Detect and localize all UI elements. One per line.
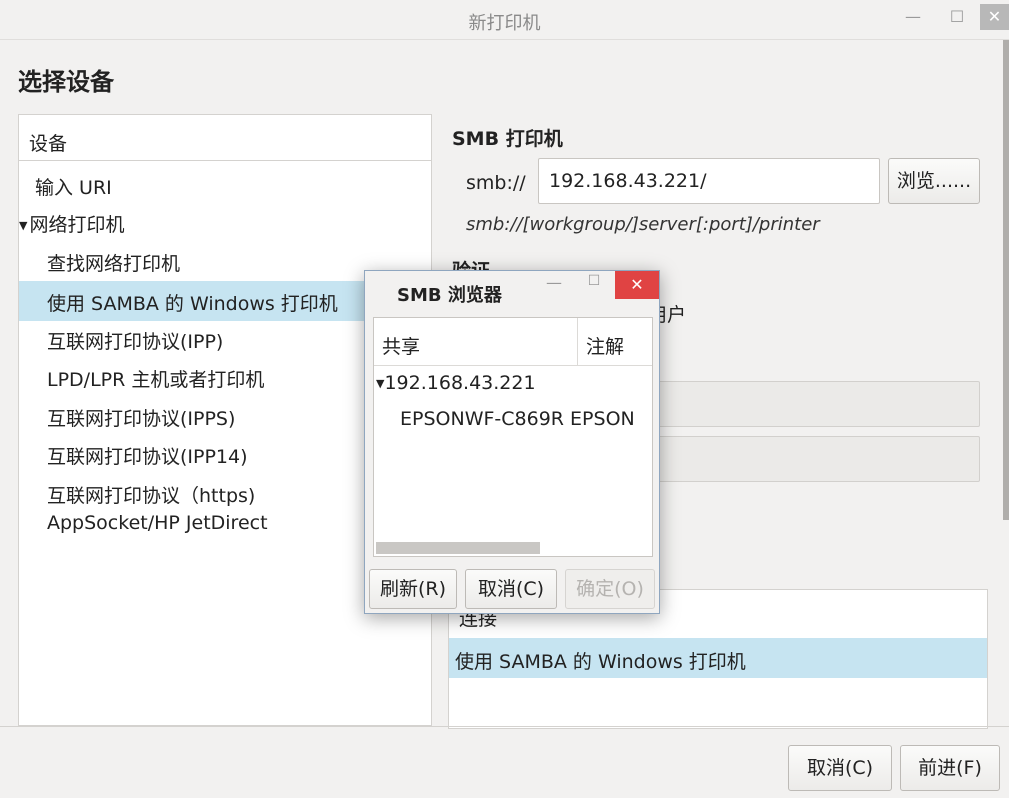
dialog-ok-button[interactable]: 确定(O) bbox=[565, 569, 655, 609]
column-separator[interactable] bbox=[577, 318, 578, 366]
tree-share-item[interactable]: EPSONWF-C869R EPSON bbox=[400, 408, 635, 430]
window-titlebar: 新打印机 — ☐ ✕ bbox=[0, 0, 1009, 40]
dialog-close-button[interactable]: ✕ bbox=[615, 271, 659, 299]
smb-uri-input[interactable] bbox=[538, 158, 880, 204]
dialog-cancel-button[interactable]: 取消(C) bbox=[465, 569, 557, 609]
smb-uri-hint: smb://[workgroup/]server[:port]/printer bbox=[466, 214, 820, 235]
divider bbox=[0, 726, 1009, 727]
vertical-scrollbar[interactable] bbox=[1003, 40, 1009, 520]
device-item-label: 使用 SAMBA 的 Windows 打印机 bbox=[47, 293, 338, 315]
cancel-button[interactable]: 取消(C) bbox=[788, 745, 892, 791]
dialog-minimize-button[interactable]: — bbox=[541, 273, 567, 292]
share-tree[interactable]: 共享 注解 ▼192.168.43.221 EPSONWF-C869R EPSO… bbox=[373, 317, 653, 557]
forward-button[interactable]: 前进(F) bbox=[900, 745, 1000, 791]
connection-row-selected[interactable]: 使用 SAMBA 的 Windows 打印机 bbox=[449, 638, 987, 678]
column-note[interactable]: 注解 bbox=[586, 332, 624, 359]
share-note: EPSON bbox=[570, 408, 635, 430]
browse-button[interactable]: 浏览...... bbox=[888, 158, 980, 204]
device-item-ipp[interactable]: 互联网打印协议(IPP) bbox=[47, 327, 223, 354]
refresh-button[interactable]: 刷新(R) bbox=[369, 569, 457, 609]
device-item-label: 网络打印机 bbox=[29, 214, 125, 236]
smb-uri-prefix: smb:// bbox=[466, 172, 526, 194]
share-name: EPSONWF-C869R bbox=[400, 408, 564, 430]
device-item-network-printer[interactable]: ▼ 网络打印机 bbox=[19, 210, 124, 237]
host-label: 192.168.43.221 bbox=[384, 372, 536, 394]
close-button[interactable]: ✕ bbox=[980, 4, 1009, 30]
page-title: 选择设备 bbox=[18, 68, 114, 96]
device-list-header: 设备 bbox=[19, 115, 431, 161]
device-item-enter-uri[interactable]: 输入 URI bbox=[35, 173, 112, 200]
tree-host-item[interactable]: ▼192.168.43.221 bbox=[376, 372, 536, 394]
maximize-button[interactable]: ☐ bbox=[942, 4, 972, 30]
device-item-ipp14[interactable]: 互联网打印协议(IPP14) bbox=[47, 442, 248, 469]
smb-printer-heading: SMB 打印机 bbox=[452, 128, 563, 150]
window-title: 新打印机 bbox=[468, 13, 541, 34]
dialog-title: SMB 浏览器 bbox=[397, 285, 502, 306]
expand-arrow-icon[interactable]: ▼ bbox=[19, 219, 27, 232]
device-item-ipps[interactable]: 互联网打印协议(IPPS) bbox=[47, 404, 235, 431]
horizontal-scrollbar[interactable] bbox=[376, 542, 540, 554]
device-item-appsocket[interactable]: AppSocket/HP JetDirect bbox=[47, 512, 268, 534]
smb-browser-dialog: SMB 浏览器 — ☐ ✕ 共享 注解 ▼192.168.43.221 EPSO… bbox=[364, 270, 660, 614]
device-item-lpd[interactable]: LPD/LPR 主机或者打印机 bbox=[47, 365, 264, 392]
tree-column-header: 共享 注解 bbox=[374, 318, 652, 366]
minimize-button[interactable]: — bbox=[898, 4, 928, 30]
dialog-maximize-button[interactable]: ☐ bbox=[581, 273, 607, 289]
device-item-https[interactable]: 互联网打印协议（https) bbox=[47, 481, 255, 508]
column-share[interactable]: 共享 bbox=[382, 332, 420, 359]
device-item-find-network-printer[interactable]: 查找网络打印机 bbox=[47, 249, 180, 276]
